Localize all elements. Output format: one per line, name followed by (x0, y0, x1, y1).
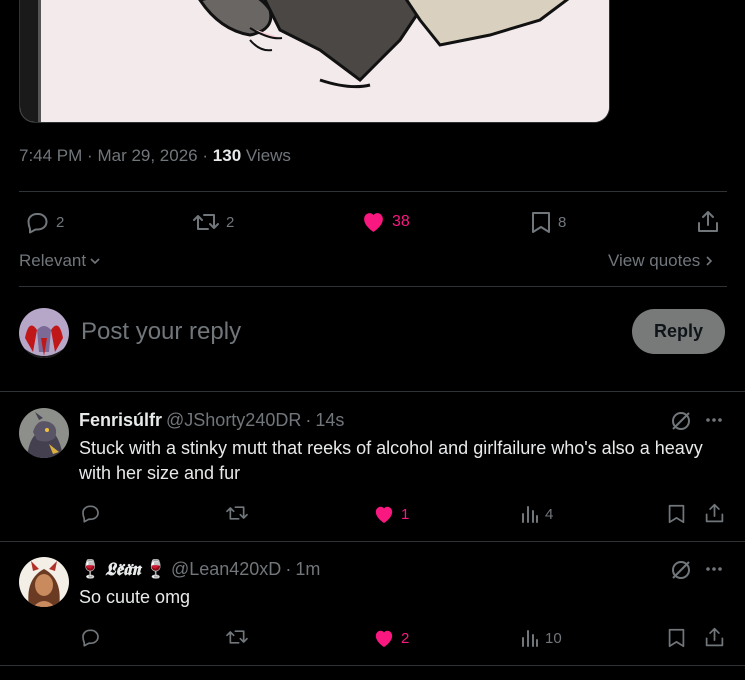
like-action[interactable]: 2 (373, 628, 409, 648)
like-count: 2 (401, 629, 410, 647)
reply-time[interactable]: 14s (315, 410, 344, 431)
bookmark-action[interactable]: 8 (530, 210, 566, 235)
views-action[interactable]: 10 (521, 628, 562, 648)
divider (19, 191, 727, 192)
grok-icon[interactable] (670, 559, 692, 581)
author-handle[interactable]: @Lean420xD (171, 559, 281, 580)
author-name[interactable]: 𝕷𝖊̈𝖆̈𝖓 (105, 559, 140, 580)
post-media-image[interactable] (19, 0, 610, 123)
chevron-right-icon (703, 255, 715, 267)
divider (19, 286, 727, 287)
author-name[interactable]: Fenrisúlfr (79, 410, 162, 431)
like-action[interactable]: 1 (373, 504, 409, 524)
more-icon[interactable] (704, 559, 724, 579)
avatar[interactable] (19, 408, 69, 458)
repost-count: 2 (226, 213, 235, 231)
wine-glass-icon: 🍷 (79, 559, 102, 579)
author-handle[interactable]: @JShorty240DR (166, 410, 301, 431)
like-count: 1 (401, 505, 410, 523)
grok-icon[interactable] (670, 410, 692, 432)
heart-filled-icon (361, 210, 386, 233)
reply-action[interactable] (80, 627, 101, 647)
views-count: 10 (545, 629, 562, 647)
views-label: Views (245, 146, 291, 165)
reply-text: Stuck with a stinky mutt that reeks of a… (79, 438, 703, 483)
reply-time[interactable]: 1m (295, 559, 320, 580)
bookmark-icon (530, 210, 552, 235)
reply-input[interactable]: Post your reply (81, 318, 241, 346)
share-icon[interactable] (704, 502, 725, 524)
avatar[interactable] (19, 557, 69, 607)
divider (0, 391, 745, 392)
heart-filled-icon (373, 628, 395, 648)
wine-glass-icon: 🍷 (144, 559, 167, 579)
repost-icon (225, 627, 249, 647)
reply-header: 🍷 𝕷𝖊̈𝖆̈𝖓 🍷 @Lean420xD · 1m (79, 559, 321, 580)
reply-icon (80, 503, 101, 523)
reply-count: 2 (56, 213, 65, 231)
repost-action[interactable] (225, 503, 249, 523)
share-action[interactable] (696, 209, 720, 234)
share-icon (696, 209, 720, 234)
heart-filled-icon (373, 504, 395, 524)
view-quotes-link[interactable]: View quotes (608, 251, 715, 271)
repost-icon (192, 210, 220, 234)
bookmark-icon[interactable] (667, 627, 686, 649)
user-avatar[interactable] (19, 308, 69, 358)
like-count: 38 (392, 212, 410, 230)
bookmark-count: 8 (558, 214, 567, 231)
reply-icon (25, 210, 50, 234)
reply-action[interactable]: 2 (25, 210, 64, 234)
bookmark-icon[interactable] (667, 503, 686, 525)
reply-header: Fenrisúlfr @JShorty240DR · 14s (79, 410, 345, 431)
sort-label: Relevant (19, 251, 87, 270)
views-count: 4 (545, 505, 554, 523)
post-date[interactable]: Mar 29, 2026 (97, 146, 197, 165)
repost-icon (225, 503, 249, 523)
divider (0, 665, 745, 666)
analytics-icon (521, 628, 539, 648)
views-count: 130 (212, 146, 242, 165)
repost-action[interactable]: 2 (192, 210, 234, 234)
reply-icon (80, 627, 101, 647)
sort-dropdown[interactable]: Relevant (19, 251, 101, 271)
post-time[interactable]: 7:44 PM (19, 146, 82, 165)
reply-action[interactable] (80, 503, 101, 523)
reply-text: So cuute omg (79, 587, 191, 607)
post-meta: 7:44 PM · Mar 29, 2026 · 130 Views (19, 146, 291, 165)
analytics-icon (521, 504, 539, 524)
like-action[interactable]: 38 (361, 210, 410, 233)
view-quotes-label: View quotes (608, 251, 701, 270)
share-icon[interactable] (704, 626, 725, 648)
repost-action[interactable] (225, 627, 249, 647)
reply-button[interactable]: Reply (632, 309, 725, 354)
divider (0, 541, 745, 542)
chevron-down-icon (89, 255, 101, 267)
more-icon[interactable] (704, 410, 724, 430)
views-action[interactable]: 4 (521, 504, 553, 524)
